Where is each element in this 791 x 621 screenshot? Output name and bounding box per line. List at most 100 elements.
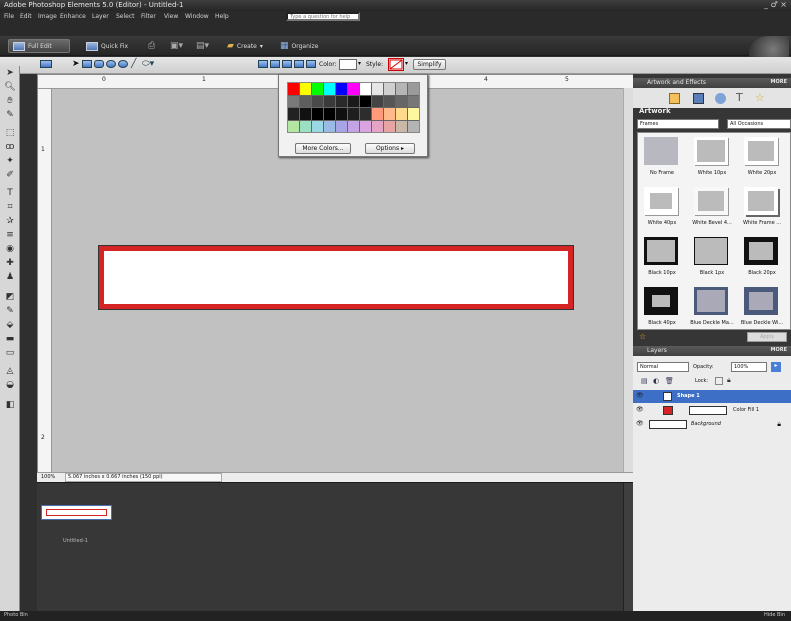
color-swatch[interactable] bbox=[372, 108, 383, 120]
color-swatch[interactable] bbox=[300, 95, 311, 107]
add-favorite-icon[interactable]: ☆ bbox=[639, 332, 646, 341]
menu-image[interactable]: Image bbox=[38, 13, 57, 20]
category-select[interactable]: Frames bbox=[637, 119, 719, 129]
options-button[interactable]: Options ▸ bbox=[365, 143, 415, 154]
color-swatch[interactable] bbox=[408, 95, 419, 107]
frame-item[interactable]: White 40px bbox=[638, 183, 686, 233]
frame-item[interactable]: Black 20px bbox=[738, 233, 786, 283]
bin-scrollbar[interactable] bbox=[623, 483, 633, 612]
color-swatch[interactable] bbox=[384, 95, 395, 107]
menu-help[interactable]: Help bbox=[215, 13, 229, 20]
document-size-info[interactable]: 5.067 inches x 0.667 inches (150 ppi) bbox=[65, 473, 222, 482]
frame-item[interactable]: White Frame ... bbox=[738, 183, 786, 233]
menu-file[interactable]: File bbox=[4, 13, 14, 20]
color-swatch[interactable] bbox=[360, 108, 371, 120]
color-swatch[interactable] bbox=[312, 83, 323, 95]
organize-button[interactable]: ▦ Organize bbox=[280, 39, 318, 53]
brush-tool-icon[interactable]: ✎ bbox=[4, 306, 16, 317]
layers-panel-header[interactable]: Layers MORE bbox=[633, 346, 791, 356]
color-swatch[interactable] bbox=[336, 95, 347, 107]
color-swatch[interactable] bbox=[348, 95, 359, 107]
color-swatch[interactable] bbox=[396, 83, 407, 95]
color-swatch[interactable] bbox=[336, 108, 347, 120]
marquee-tool-icon[interactable]: ⬚ bbox=[4, 128, 16, 139]
style-picker-button[interactable] bbox=[388, 58, 404, 71]
color-swatch[interactable] bbox=[396, 120, 407, 132]
exclude-shape-icon[interactable] bbox=[306, 60, 317, 70]
visibility-eye-icon[interactable]: 👁︎ bbox=[636, 393, 644, 399]
move-tool-icon[interactable]: ➤ bbox=[4, 68, 16, 79]
clone-stamp-tool-icon[interactable]: ♟ bbox=[4, 272, 16, 283]
trash-icon[interactable]: 🗑︎ bbox=[665, 377, 674, 385]
eyedropper-tool-icon[interactable]: ✎ bbox=[4, 110, 16, 121]
color-swatch[interactable] bbox=[288, 120, 299, 132]
create-button[interactable]: ▰ Create ▾ bbox=[227, 39, 263, 53]
menu-filter[interactable]: Filter bbox=[141, 13, 156, 20]
blend-mode-select[interactable]: Normal bbox=[637, 362, 689, 372]
zoom-tool-icon[interactable]: 🔍︎ bbox=[4, 82, 16, 93]
shape-tool-icon[interactable]: ▭ bbox=[4, 348, 16, 359]
cookie-cutter-tool-icon[interactable]: ✰ bbox=[4, 216, 16, 227]
frame-item[interactable]: Black 1px bbox=[688, 233, 736, 283]
selection-arrow-icon[interactable]: ➤ bbox=[72, 60, 80, 70]
crop-tool-icon[interactable]: ⌗ bbox=[4, 202, 16, 213]
layers-more-menu[interactable]: MORE bbox=[771, 347, 788, 353]
lock-all-icon[interactable]: 🔒︎ bbox=[727, 376, 731, 385]
order-button[interactable]: ▤▾ bbox=[196, 39, 209, 53]
color-swatch[interactable] bbox=[288, 95, 299, 107]
rectangle-tool-icon[interactable] bbox=[40, 60, 53, 70]
window-controls[interactable]: _ ♂ × bbox=[764, 0, 787, 9]
opacity-slider-icon[interactable]: ▸ bbox=[771, 362, 781, 372]
color-swatch[interactable] bbox=[348, 120, 359, 132]
color-swatch[interactable] bbox=[396, 108, 407, 120]
color-swatch[interactable] bbox=[372, 95, 383, 107]
line-shape-icon[interactable]: ╱ bbox=[131, 60, 136, 70]
menu-select[interactable]: Select bbox=[116, 13, 135, 20]
custom-shape-icon[interactable]: ⬭▾ bbox=[142, 60, 154, 70]
document-scrollbar[interactable] bbox=[623, 88, 633, 472]
color-swatch[interactable] bbox=[300, 83, 311, 95]
color-swatch[interactable] bbox=[324, 108, 335, 120]
menu-enhance[interactable]: Enhance bbox=[60, 13, 86, 20]
share-button[interactable]: ▣▾ bbox=[170, 39, 183, 53]
color-swatch[interactable] bbox=[408, 108, 419, 120]
paint-bucket-tool-icon[interactable]: ⬙ bbox=[4, 320, 16, 331]
color-swatch[interactable] bbox=[384, 83, 395, 95]
menu-window[interactable]: Window bbox=[185, 13, 209, 20]
color-swatch[interactable] bbox=[300, 108, 311, 120]
color-swatch[interactable] bbox=[348, 108, 359, 120]
color-swatch[interactable] bbox=[372, 83, 383, 95]
color-swatch[interactable] bbox=[288, 83, 299, 95]
lasso-tool-icon[interactable]: ꝏ bbox=[4, 142, 16, 153]
full-edit-button[interactable]: Full Edit bbox=[8, 39, 70, 53]
frame-item[interactable]: White 10px bbox=[688, 133, 736, 183]
layer-styles-tab-icon[interactable] bbox=[715, 93, 726, 104]
magic-wand-tool-icon[interactable]: ✦ bbox=[4, 156, 16, 167]
occasion-select[interactable]: All Occasions bbox=[727, 119, 791, 129]
frame-item[interactable]: No Frame bbox=[638, 133, 686, 183]
frame-item[interactable]: Blue Deckle Wi... bbox=[738, 283, 786, 329]
color-swatch[interactable] bbox=[372, 120, 383, 132]
text-effects-tab-icon[interactable]: T bbox=[736, 92, 747, 104]
color-swatch[interactable] bbox=[288, 108, 299, 120]
color-swatch[interactable] bbox=[384, 108, 395, 120]
color-swatch[interactable] bbox=[360, 120, 371, 132]
straighten-tool-icon[interactable]: ≡ bbox=[4, 230, 16, 241]
quick-fix-button[interactable]: Quick Fix bbox=[86, 39, 128, 53]
hand-tool-icon[interactable]: ✋︎ bbox=[4, 96, 16, 107]
healing-brush-tool-icon[interactable]: ✚ bbox=[4, 258, 16, 269]
color-swatch[interactable] bbox=[336, 120, 347, 132]
eraser-tool-icon[interactable]: ◩ bbox=[4, 292, 16, 303]
color-swatch[interactable] bbox=[324, 120, 335, 132]
frame-item[interactable]: White Bevel 4... bbox=[688, 183, 736, 233]
rounded-rectangle-shape-icon[interactable] bbox=[94, 60, 105, 70]
new-shape-layer-icon[interactable] bbox=[258, 60, 269, 70]
color-swatch[interactable] bbox=[408, 120, 419, 132]
layer-row-background[interactable]: 👁︎ Background 🔒︎ bbox=[633, 418, 791, 431]
color-swatch[interactable] bbox=[348, 83, 359, 95]
frame-item[interactable]: Black 40px bbox=[638, 283, 686, 329]
simplify-button[interactable]: Simplify bbox=[413, 59, 446, 70]
add-shape-icon[interactable] bbox=[270, 60, 281, 70]
menu-edit[interactable]: Edit bbox=[20, 13, 32, 20]
menu-layer[interactable]: Layer bbox=[92, 13, 109, 20]
